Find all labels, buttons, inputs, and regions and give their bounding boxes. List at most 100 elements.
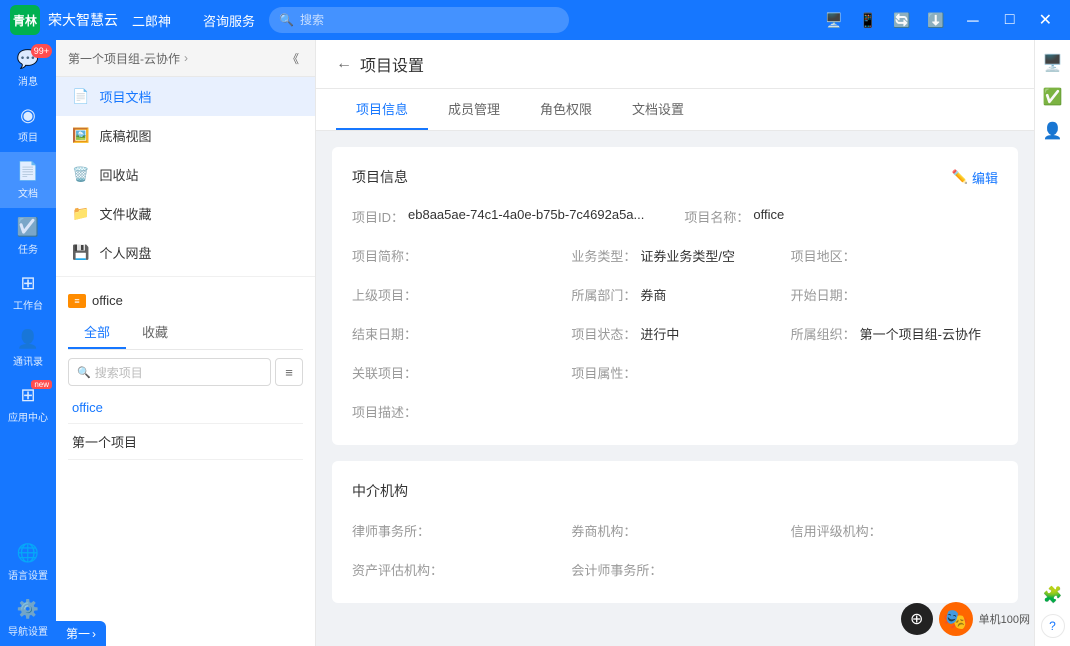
- right-icon-help[interactable]: ?: [1041, 614, 1065, 638]
- intermediary-card: 中介机构 律师事务所： 券商机构： 信用评级机构：: [332, 461, 1018, 603]
- right-icon-screen[interactable]: 🖥️: [1038, 48, 1068, 78]
- nav-consult[interactable]: 咨询服务: [197, 7, 261, 34]
- intermediary-title: 中介机构: [352, 481, 408, 501]
- content-body: 项目信息 ✏️ 编辑 项目ID： eb8aa5ae-74c1-4a0e-b75b…: [316, 131, 1034, 635]
- tab-favorites[interactable]: 收藏: [126, 316, 184, 349]
- maximize-button[interactable]: □: [997, 11, 1023, 29]
- close-button[interactable]: ✕: [1031, 10, 1060, 30]
- edit-button[interactable]: ✏️ 编辑: [952, 168, 998, 187]
- menu-item-drafts[interactable]: 🖼️ 底稿视图: [56, 116, 315, 155]
- search-input[interactable]: [300, 13, 559, 27]
- message-badge: 99+: [31, 44, 52, 58]
- label-short-name: 项目简称：: [352, 246, 417, 265]
- label-parent-project: 上级项目：: [352, 285, 417, 304]
- field-law-firm: 律师事务所：: [352, 517, 559, 544]
- field-accounting: 会计师事务所：: [571, 556, 778, 583]
- sidebar-header: 第一个项目组-云协作 › 《: [56, 40, 315, 77]
- right-sidebar: 🖥️ ✅ 👤 🧩 ?: [1034, 40, 1070, 646]
- sidebar-item-navsettings[interactable]: ⚙️ 导航设置: [0, 590, 56, 646]
- value-project-name: office: [753, 207, 784, 222]
- project-item-first[interactable]: 第一个项目: [68, 424, 303, 460]
- collapse-button[interactable]: 《: [283, 48, 303, 68]
- label-status: 项目状态：: [571, 324, 636, 343]
- field-status: 项目状态： 进行中: [571, 320, 778, 347]
- right-icon-user[interactable]: 👤: [1038, 116, 1068, 146]
- minimize-button[interactable]: －: [957, 8, 989, 32]
- mobile-icon[interactable]: 📱: [855, 7, 881, 33]
- field-broker: 券商机构：: [571, 517, 778, 544]
- field-description: 项目描述：: [352, 398, 421, 425]
- project-sidebar: 第一个项目组-云协作 › 《 📄 项目文档 🖼️ 底稿视图 🗑️ 回收站 📁 文…: [56, 40, 316, 646]
- label-asset-eval: 资产评估机构：: [352, 560, 443, 579]
- menu-label-netdisk: 个人网盘: [99, 243, 151, 262]
- search-icon: 🔍: [77, 366, 91, 379]
- sidebar-item-workbench[interactable]: ⊞ 工作台: [0, 264, 56, 320]
- label-description: 项目描述：: [352, 402, 417, 421]
- sidebar-item-language[interactable]: 🌐 语言设置: [0, 534, 56, 590]
- field-credit-rating: 信用评级机构：: [791, 517, 998, 544]
- main-layout: 99+ 💬 消息 ◉ 项目 📄 文档 ☑️ 任务 ⊞ 工作台 👤 通讯录 new…: [0, 40, 1070, 646]
- tab-member-management[interactable]: 成员管理: [428, 89, 520, 130]
- menu-item-favorites[interactable]: 📁 文件收藏: [56, 194, 315, 233]
- tab-role-permissions[interactable]: 角色权限: [520, 89, 612, 130]
- info-row-2: 项目简称： 业务类型： 证券业务类型/空 项目地区：: [352, 242, 998, 269]
- sidebar-item-projects[interactable]: ◉ 项目: [0, 96, 56, 152]
- nav-erlang[interactable]: 二郎神: [126, 7, 177, 34]
- search-row: 🔍 搜索项目 ≡: [68, 358, 303, 386]
- project-list-section: ≡ office 全部 收藏 🔍 搜索项目 ≡ office 第一个项目: [56, 281, 315, 468]
- field-biz-type: 业务类型： 证券业务类型/空: [571, 242, 778, 269]
- bottom-tab[interactable]: 第一 ›: [56, 621, 106, 646]
- back-button[interactable]: ←: [336, 55, 352, 73]
- label-project-id: 项目ID：: [352, 207, 404, 226]
- drafts-icon: 🖼️: [72, 127, 89, 144]
- topbar: 青林 荣大智慧云 二郎神 咨询服务 🔍 🖥️ 📱 🔄 ⬇️ － □ ✕: [0, 0, 1070, 40]
- new-badge: new: [31, 380, 52, 389]
- netdisk-icon: 💾: [72, 244, 89, 261]
- menu-item-documents[interactable]: 📄 项目文档: [56, 77, 315, 116]
- tab-project-info[interactable]: 项目信息: [336, 89, 428, 130]
- watermark-circle: ⊕: [901, 603, 933, 635]
- search-icon: 🔍: [279, 13, 294, 27]
- field-org: 所属组织： 第一个项目组-云协作: [791, 320, 998, 347]
- right-icon-check[interactable]: ✅: [1038, 82, 1068, 112]
- right-icon-puzzle[interactable]: 🧩: [1038, 580, 1068, 610]
- app-title: 荣大智慧云: [48, 10, 118, 30]
- label-biz-type: 业务类型：: [571, 246, 636, 265]
- project-label-icon: ≡: [68, 294, 86, 308]
- project-list-header: ≡ office: [68, 289, 303, 316]
- value-biz-type: 证券业务类型/空: [640, 246, 735, 265]
- info-row-3: 上级项目： 所属部门： 券商 开始日期：: [352, 281, 998, 308]
- refresh-icon[interactable]: 🔄: [889, 7, 915, 33]
- menu-item-trash[interactable]: 🗑️ 回收站: [56, 155, 315, 194]
- screen-icon[interactable]: 🖥️: [821, 7, 847, 33]
- tab-doc-settings[interactable]: 文档设置: [612, 89, 704, 130]
- inter-row-2: 资产评估机构： 会计师事务所：: [352, 556, 998, 583]
- info-row-1: 项目ID： eb8aa5ae-74c1-4a0e-b75b-7c4692a5a.…: [352, 203, 998, 230]
- content-header: ← 项目设置: [316, 40, 1034, 89]
- project-info-title: 项目信息: [352, 167, 408, 187]
- field-dept: 所属部门： 券商: [571, 281, 778, 308]
- info-row-5: 关联项目： 项目属性：: [352, 359, 998, 386]
- project-tab-bar: 全部 收藏: [68, 316, 303, 350]
- sidebar-item-messages[interactable]: 99+ 💬 消息: [0, 40, 56, 96]
- topbar-search-bar[interactable]: 🔍: [269, 7, 569, 33]
- sidebar-label-contacts: 通讯录: [13, 353, 43, 368]
- project-item-office[interactable]: office: [68, 392, 303, 424]
- label-end-date: 结束日期：: [352, 324, 417, 343]
- sidebar-item-documents[interactable]: 📄 文档: [0, 152, 56, 208]
- sidebar-label-documents: 文档: [18, 185, 38, 200]
- filter-button[interactable]: ≡: [275, 358, 303, 386]
- sidebar-item-tasks[interactable]: ☑️ 任务: [0, 208, 56, 264]
- sidebar-item-contacts[interactable]: 👤 通讯录: [0, 320, 56, 376]
- menu-item-netdisk[interactable]: 💾 个人网盘: [56, 233, 315, 272]
- label-start-date: 开始日期：: [791, 285, 856, 304]
- download-icon[interactable]: ⬇️: [923, 7, 949, 33]
- project-label-text: office: [92, 293, 123, 308]
- tab-all[interactable]: 全部: [68, 316, 126, 349]
- value-project-id: eb8aa5ae-74c1-4a0e-b75b-7c4692a5a...: [408, 207, 644, 222]
- label-org: 所属组织：: [791, 324, 856, 343]
- project-search-box[interactable]: 🔍 搜索项目: [68, 358, 271, 386]
- sidebar-item-appcenter[interactable]: new ⊞ 应用中心: [0, 376, 56, 432]
- topbar-actions: 🖥️ 📱 🔄 ⬇️ － □ ✕: [821, 7, 1060, 33]
- label-related: 关联项目：: [352, 363, 417, 382]
